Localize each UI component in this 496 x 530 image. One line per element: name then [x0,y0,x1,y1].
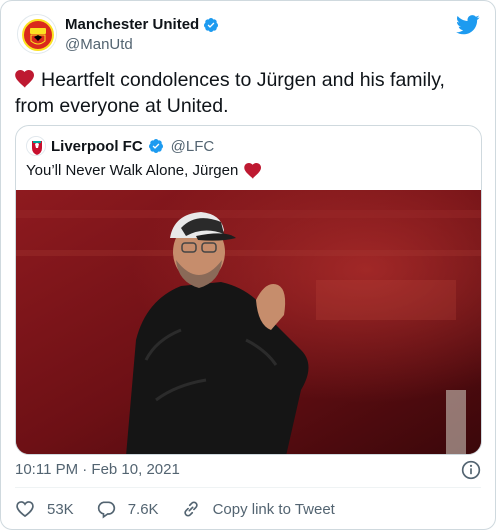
author-avatar[interactable] [17,14,57,54]
manchester-united-crest-icon [18,15,56,53]
tweet-actions: 53K 7.6K Copy link to Tweet [15,499,357,519]
info-icon[interactable] [461,460,481,480]
quoted-red-heart-icon [244,162,262,179]
link-icon [183,501,198,517]
quoted-tweet-header: Liverpool FC @LFC [26,136,214,156]
heart-outline-icon [16,501,34,518]
tweet-timestamp[interactable]: 10:11 PM · Feb 10, 2021 [15,461,180,478]
reply-count: 7.6K [127,500,159,518]
like-button[interactable]: 53K [15,499,74,519]
quoted-tweet-text: You’ll Never Walk Alone, Jürgen [26,162,262,179]
divider [15,487,481,488]
liverpool-crest-icon [27,137,45,155]
quoted-author-handle[interactable]: @LFC [171,138,215,155]
verified-badge-icon [204,17,219,32]
tweet-card: Manchester United @ManUtd Heartfelt cond… [0,0,496,530]
tweet-body: Heartfelt condolences to Jürgen and his … [15,69,445,117]
twitter-bird-icon[interactable] [456,14,480,36]
quoted-tweet-photo[interactable] [16,190,481,454]
copy-link-label: Copy link to Tweet [212,500,335,518]
quoted-tweet-body: You’ll Never Walk Alone, Jürgen [26,162,239,179]
author-handle[interactable]: @ManUtd [65,36,133,53]
manager-applauding-photo [16,190,481,454]
author-name[interactable]: Manchester United [65,16,219,33]
quoted-tweet[interactable]: Liverpool FC @LFC You’ll Never Walk Alon… [15,125,482,455]
author-name-text: Manchester United [65,16,200,33]
reply-button[interactable]: 7.6K [96,499,159,519]
quoted-author-name[interactable]: Liverpool FC [51,138,143,155]
like-count: 53K [47,500,74,518]
quoted-verified-badge-icon [148,139,163,153]
reply-bubble-icon [97,501,115,519]
red-heart-icon [15,70,34,88]
tweet-text: Heartfelt condolences to Jürgen and his … [15,67,485,119]
copy-link-button[interactable]: Copy link to Tweet [181,499,335,519]
quoted-author-avatar[interactable] [26,136,46,156]
